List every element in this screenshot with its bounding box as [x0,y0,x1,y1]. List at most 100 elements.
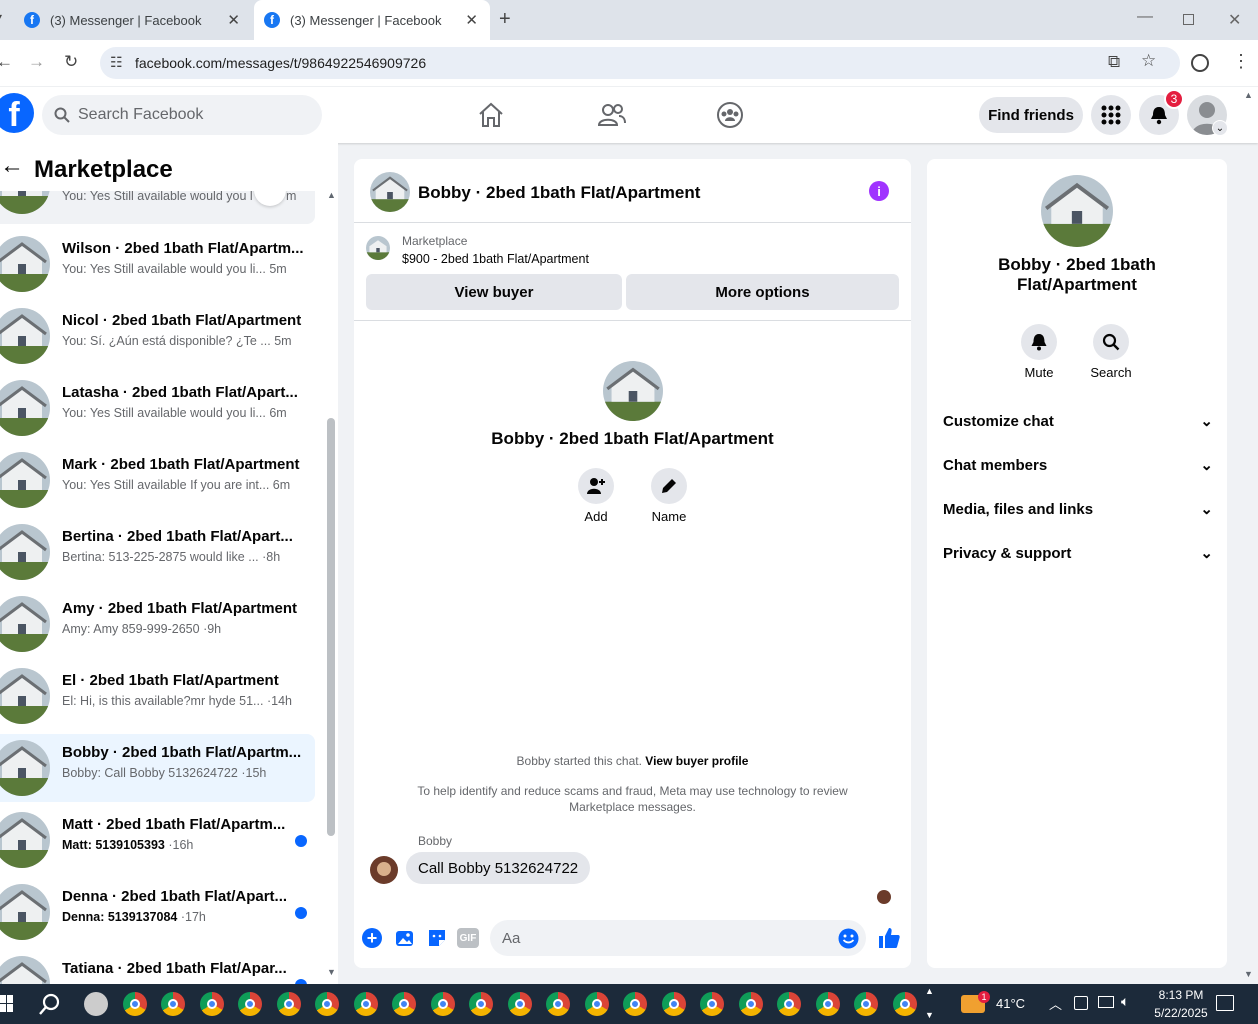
conversation-item[interactable]: Latasha · 2bed 1bath Flat/Apart... You: Y… [0,374,315,442]
sticker-icon[interactable] [427,928,447,948]
chrome-app-icon[interactable] [777,992,801,1016]
more-options-button[interactable]: More options [626,274,899,310]
chrome-app-icon[interactable] [661,992,686,1016]
restore-icon[interactable] [1183,14,1194,25]
back-icon[interactable]: ← [0,52,13,72]
window-close-icon[interactable]: ✕ [1228,10,1241,30]
privacy-support-row[interactable]: Privacy & support ⌄ [943,541,1213,565]
conversation-item[interactable]: Amy · 2bed 1bath Flat/Apartment Amy: Amy … [0,590,315,658]
taskbar-search-icon[interactable] [38,992,62,1016]
forward-icon[interactable]: → [28,52,45,72]
page-scroll-up-icon[interactable]: ▲ [1244,90,1253,100]
show-hidden-icons-icon[interactable]: ︿ [1049,994,1062,1013]
conversation-item[interactable]: Wilson · 2bed 1bath Flat/Apartm... You: Y… [0,230,315,298]
minimize-icon[interactable]: — [1137,8,1153,26]
taskbar-scroll-up-icon[interactable]: ▲ [925,986,934,996]
notification-center-icon[interactable] [1216,995,1234,1011]
network-icon[interactable] [1098,996,1114,1008]
chrome-app-icon[interactable] [276,992,301,1016]
list-scrollbar[interactable]: ▲ ▼ [322,190,336,978]
photo-icon[interactable] [395,928,415,948]
profile-icon[interactable] [1191,54,1209,72]
customize-chat-row[interactable]: Customize chat ⌄ [943,409,1213,433]
listing-title[interactable]: $900 - 2bed 1bath Flat/Apartment [402,252,589,266]
emoji-icon[interactable] [838,928,859,949]
chrome-app-icon[interactable] [469,992,493,1016]
close-tab-icon[interactable]: ✕ [465,11,478,29]
chrome-app-icon[interactable] [584,992,609,1016]
conversation-item[interactable]: Mark · 2bed 1bath Flat/Apartment You: Yes… [0,446,315,514]
meet-now-icon[interactable] [1074,996,1088,1010]
conversation-item[interactable]: Bobby · 2bed 1bath Flat/Apartm... Bobby: … [0,734,315,802]
browser-menu-icon[interactable]: ⋮ [1232,51,1250,72]
message-bubble[interactable]: Call Bobby 5132624722 [406,852,591,884]
more-actions-icon[interactable]: + [362,928,382,948]
scroll-up-icon[interactable]: ▲ [327,190,336,200]
chrome-app-icon[interactable] [430,992,455,1016]
conversation-item[interactable]: Matt · 2bed 1bath Flat/Apartm... Matt: 51… [0,806,315,874]
close-tab-icon[interactable]: ✕ [227,11,240,29]
friends-icon[interactable] [597,101,627,129]
name-chat-button[interactable] [651,468,687,504]
chrome-app-icon[interactable] [546,992,570,1016]
conversation-item[interactable]: Bertina · 2bed 1bath Flat/Apart... Bertin… [0,518,315,586]
info-icon[interactable]: i [869,181,889,201]
chat-header-avatar[interactable] [370,172,410,212]
view-buyer-profile-link[interactable]: View buyer profile [645,754,748,768]
chrome-app-icon[interactable] [122,992,147,1016]
browser-tab-2[interactable]: f (3) Messenger | Facebook ✕ [254,0,490,40]
partial-list-item[interactable]: You: Yes Still available would you l m [0,158,315,224]
windows-start-icon[interactable] [0,995,14,1013]
groups-icon[interactable] [716,101,744,129]
chrome-app-icon[interactable] [892,992,917,1016]
chrome-app-icon[interactable] [353,992,378,1016]
conversation-item[interactable]: Nicol · 2bed 1bath Flat/Apartment You: Sí… [0,302,315,370]
conversation-item[interactable]: Denna · 2bed 1bath Flat/Apart... Denna: 5… [0,878,315,946]
chrome-app-icon[interactable] [854,992,878,1016]
home-icon[interactable] [477,101,505,129]
chrome-app-icon[interactable] [199,992,224,1016]
chrome-app-icon[interactable] [238,992,262,1016]
conversation-item[interactable]: El · 2bed 1bath Flat/Apartment El: Hi, is… [0,662,315,730]
search-in-chat-button[interactable] [1093,324,1129,360]
account-chevron-icon[interactable]: ⌄ [1212,120,1228,136]
scroll-down-icon[interactable]: ▼ [327,967,336,977]
browser-tab-1[interactable]: f (3) Messenger | Facebook ✕ [14,0,252,40]
site-info-icon[interactable]: ☷ [110,54,123,71]
taskbar-scroll-down-icon[interactable]: ▼ [925,1010,934,1020]
chrome-app-icon[interactable] [623,992,647,1016]
message-input[interactable]: Aa [490,920,866,956]
chat-members-row[interactable]: Chat members ⌄ [943,453,1213,477]
mute-button[interactable] [1021,324,1057,360]
tab-list-chevron-icon[interactable]: ▾ [0,10,2,24]
chrome-app-icon[interactable] [700,992,724,1016]
sender-avatar[interactable] [370,856,398,884]
clock-date[interactable]: 5/22/2025 [1146,1006,1216,1020]
volume-icon[interactable]: 🔈︎ [1121,993,1129,1010]
info-avatar[interactable] [1041,175,1113,247]
page-scroll-down-icon[interactable]: ▼ [1244,969,1253,979]
gif-button[interactable]: GIF [457,928,479,948]
find-friends-button[interactable]: Find friends [979,97,1083,133]
chat-header-title[interactable]: Bobby · 2bed 1bath Flat/Apartment [418,183,700,203]
scrollbar-thumb[interactable] [327,418,335,836]
add-people-button[interactable] [578,468,614,504]
url-field[interactable]: ☷ facebook.com/messages/t/98649225469097… [100,47,1180,79]
back-arrow-icon[interactable]: ← [0,154,24,178]
chrome-app-icon[interactable] [161,992,185,1016]
view-buyer-button[interactable]: View buyer [366,274,622,310]
paint-app-icon[interactable] [84,992,108,1016]
temperature[interactable]: 41°C [996,996,1025,1011]
media-files-links-row[interactable]: Media, files and links ⌄ [943,497,1213,521]
new-tab-icon[interactable]: + [499,8,511,31]
chrome-app-icon[interactable] [738,992,763,1016]
chrome-app-icon[interactable] [815,992,840,1016]
menu-button[interactable] [1091,95,1131,135]
chrome-app-icon[interactable] [392,992,416,1016]
install-app-icon[interactable]: ⧉ [1108,52,1120,72]
reload-icon[interactable]: ↻ [64,52,78,72]
bookmark-star-icon[interactable]: ☆ [1141,51,1156,71]
chrome-app-icon[interactable] [315,992,339,1016]
facebook-search-input[interactable]: Search Facebook [42,95,322,135]
like-thumb-icon[interactable] [877,926,901,950]
